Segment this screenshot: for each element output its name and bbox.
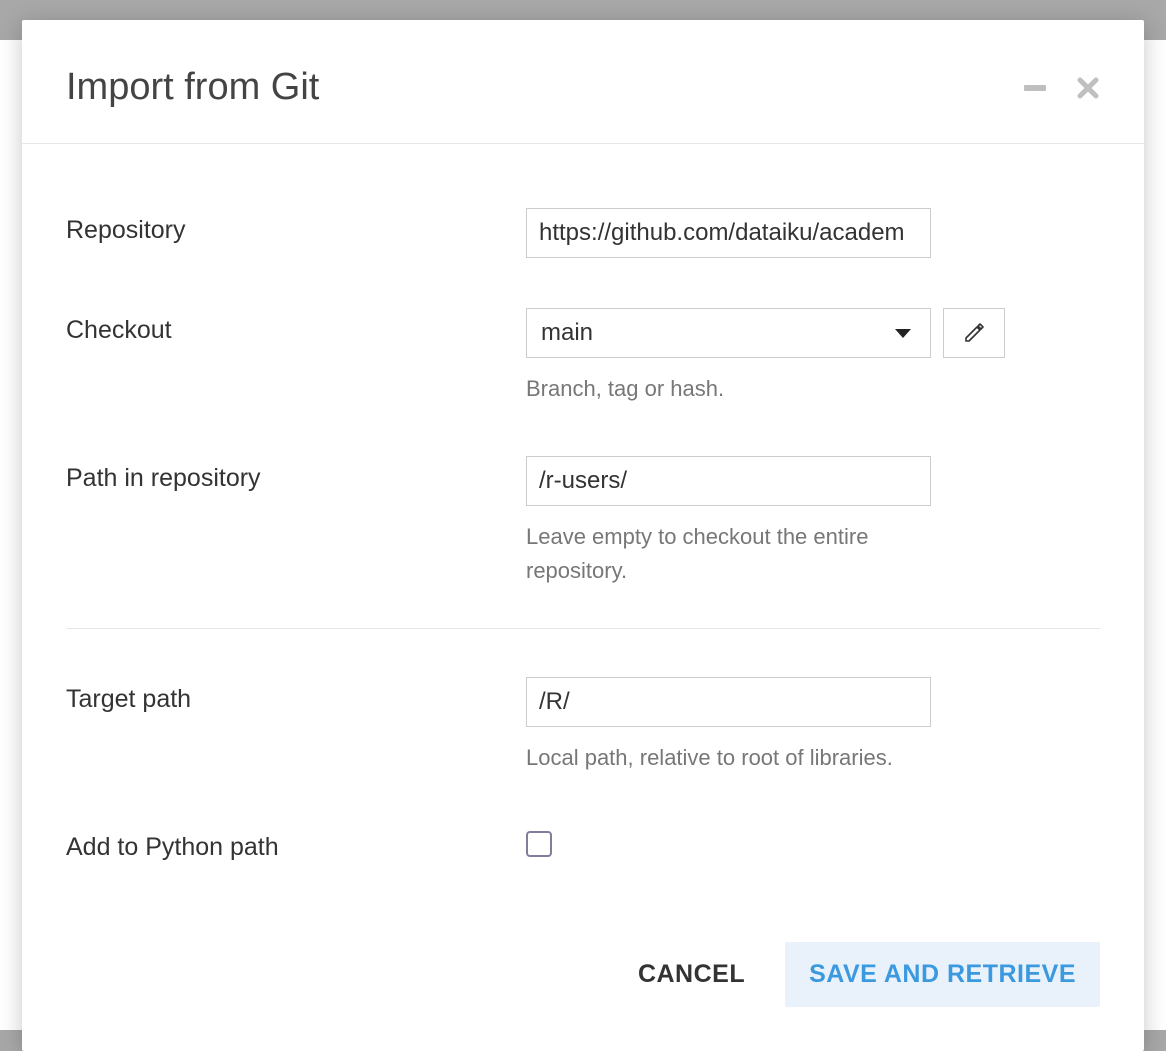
edit-checkout-button[interactable]	[943, 308, 1005, 358]
python-path-label: Add to Python path	[66, 825, 526, 862]
import-from-git-modal: Import from Git Repository Checkout main	[22, 20, 1144, 1051]
chevron-down-icon	[894, 319, 912, 347]
checkout-label: Checkout	[66, 308, 526, 345]
save-and-retrieve-button[interactable]: SAVE AND RETRIEVE	[785, 942, 1100, 1007]
path-in-repo-helper: Leave empty to checkout the entire repos…	[526, 520, 946, 588]
target-path-label: Target path	[66, 677, 526, 714]
modal-header: Import from Git	[22, 20, 1144, 144]
modal-footer: CANCEL SAVE AND RETRIEVE	[22, 942, 1144, 1051]
python-path-checkbox[interactable]	[526, 831, 552, 857]
repository-label: Repository	[66, 208, 526, 245]
modal-body: Repository Checkout main	[22, 144, 1144, 942]
checkout-row: Checkout main Branch, tag or hash.	[66, 308, 1100, 406]
target-path-row: Target path Local path, relative to root…	[66, 677, 1100, 775]
minimize-button[interactable]	[1024, 85, 1046, 91]
divider	[66, 628, 1100, 629]
path-in-repo-row: Path in repository Leave empty to checko…	[66, 456, 1100, 588]
checkout-helper: Branch, tag or hash.	[526, 372, 946, 406]
target-path-helper: Local path, relative to root of librarie…	[526, 741, 946, 775]
pencil-icon	[962, 321, 986, 345]
minimize-icon	[1024, 85, 1046, 91]
cancel-button[interactable]: CANCEL	[628, 946, 755, 1003]
python-path-row: Add to Python path	[66, 825, 1100, 862]
repository-row: Repository	[66, 208, 1100, 258]
path-in-repo-label: Path in repository	[66, 456, 526, 493]
close-button[interactable]	[1076, 76, 1100, 100]
checkout-select[interactable]: main	[526, 308, 931, 358]
checkout-value: main	[541, 319, 593, 347]
close-icon	[1076, 76, 1100, 100]
target-path-input[interactable]	[526, 677, 931, 727]
modal-title: Import from Git	[66, 66, 1024, 109]
window-controls	[1024, 76, 1100, 100]
path-in-repo-input[interactable]	[526, 456, 931, 506]
repository-input[interactable]	[526, 208, 931, 258]
